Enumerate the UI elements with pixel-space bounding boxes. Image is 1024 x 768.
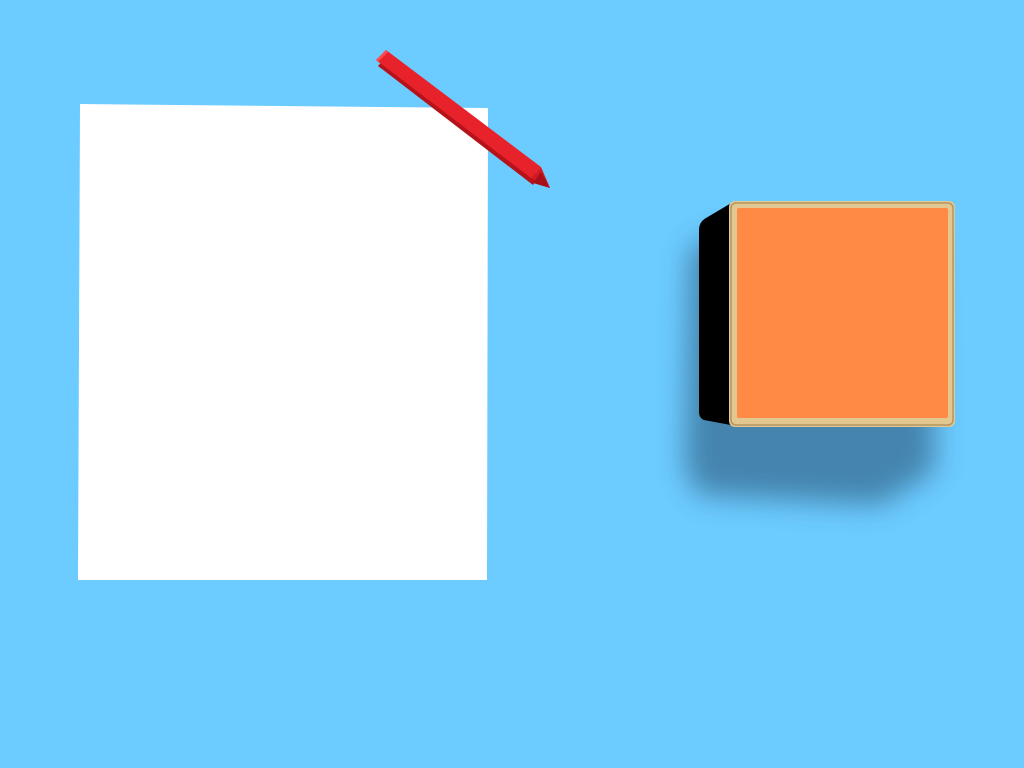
game-scene [0,0,1024,768]
paper-surface[interactable] [78,104,488,580]
block-top-face[interactable] [737,208,948,418]
